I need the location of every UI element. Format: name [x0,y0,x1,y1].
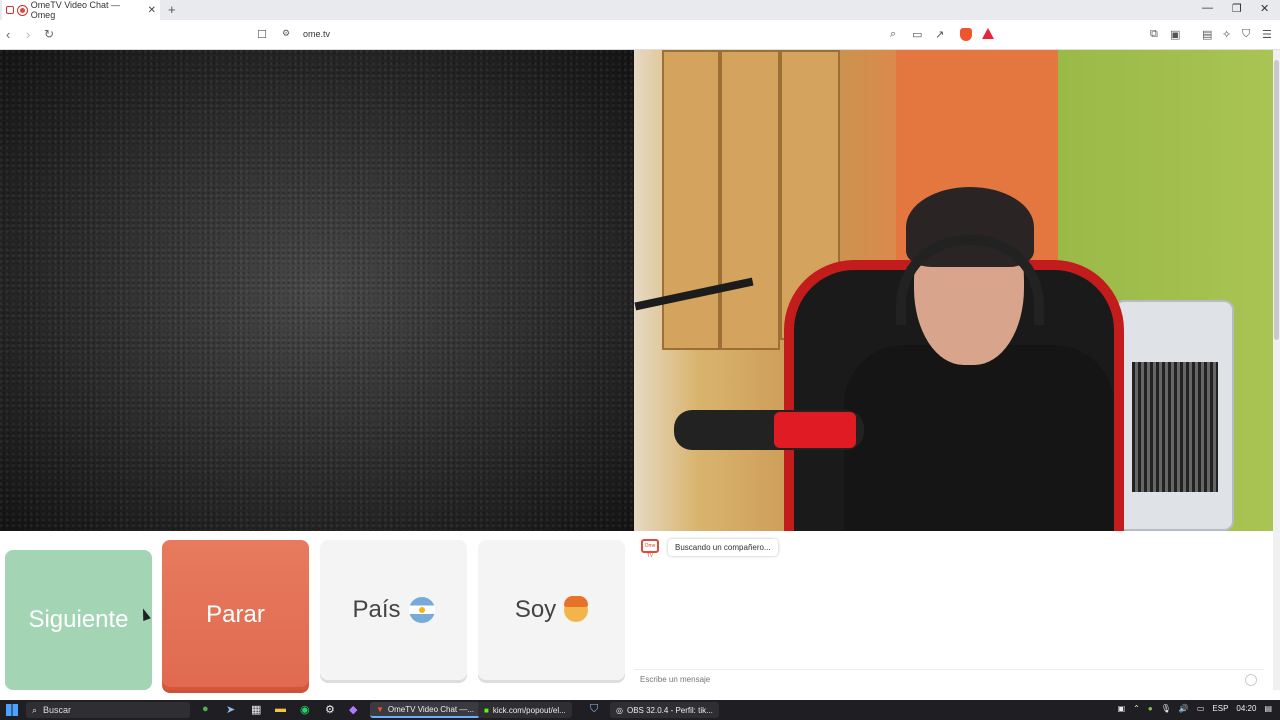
self-video [634,50,1273,535]
taskbar-search[interactable]: ⌕ Buscar [26,702,190,718]
taskbar: ⌕ Buscar ● ➤ ▦ ▬ ◉ ⚙ ◆ ▼ OmeTV Video Cha… [0,700,1280,720]
next-button-label: Siguiente [28,606,129,633]
country-button-label: País [352,596,401,623]
chrome-icon[interactable]: ● [202,703,209,715]
brave-icon: ▼ [376,704,384,714]
boy-emoji-icon [564,596,589,622]
air-cooler [1114,300,1234,531]
taskbar-item-kick[interactable]: ■ kick.com/popout/el... [478,702,572,718]
kick-icon: ■ [484,705,489,715]
next-button[interactable]: Siguiente [5,550,152,690]
ometv-logo-icon: Ome TV [641,539,659,559]
recording-icon [17,5,27,15]
microphone-icon[interactable]: 🎙 [1161,704,1171,713]
taskbar-item-browser[interactable]: ▼ OmeTV Video Chat —... [370,702,481,718]
gender-button[interactable]: Soy [478,540,625,680]
cast-icon[interactable]: ▭ [912,28,922,41]
screenshot-icon[interactable]: ▣ [1170,28,1180,41]
emoji-icon[interactable] [1245,674,1257,686]
stop-button[interactable]: Parar [162,540,309,690]
maximize-icon[interactable]: ❐ [1232,2,1242,15]
new-tab-icon[interactable]: + [168,2,176,17]
network-icon[interactable]: ▭ [1197,704,1205,713]
zoom-icon[interactable]: ⌕ [890,28,896,41]
window-icon [6,6,14,14]
cabinet-door [720,50,780,350]
cabinet-door [662,50,720,350]
chat-controls: Siguiente Parar País Soy [0,531,634,696]
taskbar-item-label: OmeTV Video Chat —... [387,704,475,714]
steam-icon[interactable]: ➤ [226,703,235,716]
stop-button-label: Parar [206,601,265,628]
taskbar-item-label: kick.com/popout/el... [492,705,566,715]
search-label: Buscar [43,705,72,715]
gender-button-label: Soy [514,596,557,623]
nvidia-icon[interactable]: ● [1148,704,1153,713]
obs-icon: ◎ [616,705,623,715]
start-icon[interactable] [6,704,18,716]
microphone-grill [774,412,856,448]
address-toolbar: ‹ › ↻ ☐ ⚙ ome.tv ⌕ ▭ ↗ ⧉ ▣ ▤ ✧ ⛉ ☰ [0,20,1280,50]
leo-ai-icon[interactable]: ✧ [1222,28,1231,41]
vpn-icon[interactable]: ⛉ [1242,28,1250,41]
volume-icon[interactable]: 🔊 [1179,704,1189,713]
share-icon[interactable]: ↗ [935,28,944,41]
clock[interactable]: 04:20 [1236,704,1256,713]
scrollbar-thumb[interactable] [1274,60,1279,340]
system-tray: ▣ ⌃ ● 🎙 🔊 ▭ ESP 04:20 ▤ [1118,704,1272,713]
tray-app-icon[interactable]: ▣ [1118,704,1126,713]
streamer [824,187,1124,535]
close-tab-icon[interactable]: ✕ [148,5,156,16]
close-window-icon[interactable]: ✕ [1260,2,1269,15]
bookmark-icon[interactable]: ☐ [257,28,267,41]
extensions-icon[interactable]: ⧉ [1150,28,1158,41]
site-settings-icon[interactable]: ⚙ [282,28,290,39]
chat-panel: Ome TV Buscando un compañero... [634,531,1273,691]
calculator-icon[interactable]: ▦ [251,703,261,716]
forward-icon[interactable]: › [26,27,30,42]
language-indicator[interactable]: ESP [1212,704,1228,713]
argentina-flag-icon [408,597,435,623]
tab-ometv[interactable]: OmeTV Video Chat — Omeg ✕ [2,0,160,20]
tab-title: OmeTV Video Chat — Omeg [30,0,121,20]
taskbar-item-label: OBS 32.0.4 - Perfil: tik... [626,705,713,715]
url-field[interactable]: ome.tv [303,29,330,39]
menu-icon[interactable]: ☰ [1262,28,1272,41]
wallet-icon[interactable]: ▤ [1202,28,1212,41]
taskbar-item-obs[interactable]: ◎ OBS 32.0.4 - Perfil: tik... [610,702,719,718]
shield-icon[interactable]: ⛉ [590,703,598,716]
message-input[interactable] [634,669,1264,689]
brave-rewards-icon[interactable] [982,28,994,39]
search-icon: ⌕ [32,704,38,715]
discord-icon[interactable]: ◆ [349,703,357,716]
chevron-up-icon[interactable]: ⌃ [1133,704,1140,713]
brave-shields-icon[interactable] [960,28,972,41]
back-icon[interactable]: ‹ [6,27,10,42]
file-explorer-icon[interactable]: ▬ [275,703,286,715]
notification-icon[interactable]: ▤ [1264,704,1272,713]
status-message: Buscando un compañero... [668,539,778,556]
whatsapp-icon[interactable]: ◉ [300,703,310,716]
country-button[interactable]: País [320,540,467,680]
reload-icon[interactable]: ↻ [44,27,54,41]
minimize-icon[interactable]: — [1202,2,1213,14]
partner-video-static [0,50,634,531]
browser-tab-strip: OmeTV Video Chat — Omeg ✕ + — ❐ ✕ [0,0,1280,20]
settings-icon[interactable]: ⚙ [325,703,335,716]
